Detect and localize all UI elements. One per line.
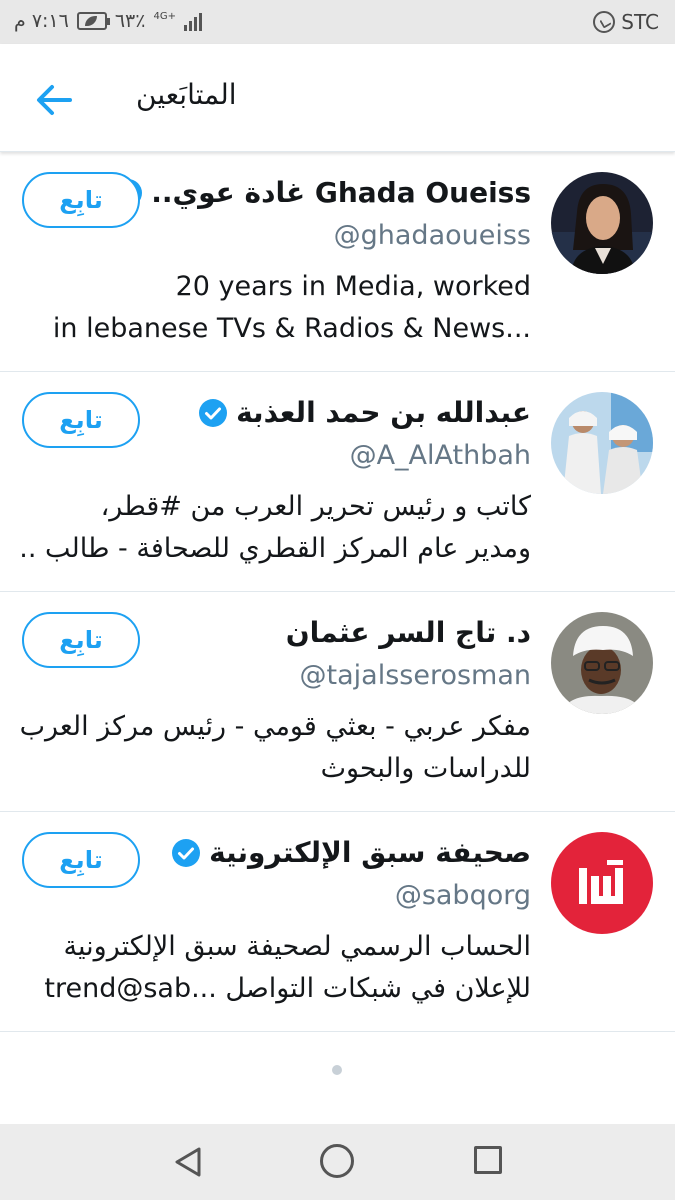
- name-row: صحيفة سبق الإلكترونية: [171, 836, 531, 869]
- bio-line: 20 years in Media, worked: [175, 271, 531, 302]
- avatar[interactable]: [551, 612, 653, 714]
- status-left: ٧:١٦ م ٦٣٪ 4G+: [14, 10, 202, 32]
- follow-button[interactable]: تابِع: [22, 172, 140, 228]
- battery-level: ٦٣٪: [114, 10, 146, 32]
- app-header: المتابَعين: [0, 44, 675, 152]
- list-item[interactable]: Ghada Oueiss غادة عوي.. @ghadaoueiss 20 …: [0, 152, 675, 372]
- user-bio: كاتب و رئيس تحرير العرب من #قطر، ومدير ع…: [19, 486, 531, 570]
- name-row: عبدالله بن حمد العذبة: [198, 396, 531, 429]
- follow-button[interactable]: تابِع: [22, 832, 140, 888]
- name-row: Ghada Oueiss غادة عوي..: [113, 176, 531, 209]
- bio-line: للإعلان في شبكات التواصل ...trend@sab: [44, 973, 531, 1004]
- avatar[interactable]: [551, 392, 653, 494]
- list-item[interactable]: عبدالله بن حمد العذبة @A_AlAthbah كاتب و…: [0, 372, 675, 592]
- bio-line: الحساب الرسمي لصحيفة سبق الإلكترونية: [63, 931, 531, 962]
- user-bio: الحساب الرسمي لصحيفة سبق الإلكترونية للإ…: [19, 926, 531, 1010]
- whatsapp-icon: [593, 11, 616, 33]
- nav-back-icon[interactable]: [172, 1146, 204, 1178]
- loading-dot: [332, 1065, 342, 1075]
- battery-icon: [76, 12, 110, 30]
- network-type: 4G+: [153, 11, 176, 22]
- display-name[interactable]: عبدالله بن حمد العذبة: [236, 396, 531, 429]
- display-name[interactable]: Ghada Oueiss غادة عوي..: [151, 176, 531, 209]
- display-name[interactable]: صحيفة سبق الإلكترونية: [209, 836, 531, 869]
- bio-line: مفكر عربي - بعثي قومي - رئيس مركز العرب: [19, 711, 531, 742]
- status-right: STC: [593, 10, 659, 34]
- nav-home-icon[interactable]: [320, 1144, 354, 1178]
- user-handle: @tajalsserosman: [299, 660, 531, 691]
- page-title: المتابَعين: [136, 78, 237, 111]
- bio-line: كاتب و رئيس تحرير العرب من #قطر،: [100, 491, 531, 522]
- followers-list: Ghada Oueiss غادة عوي.. @ghadaoueiss 20 …: [0, 152, 675, 1032]
- verified-badge-icon: [172, 838, 201, 867]
- system-nav-bar: [0, 1124, 675, 1200]
- user-bio: 20 years in Media, worked in lebanese TV…: [19, 266, 531, 350]
- display-name[interactable]: د. تاج السر عثمان: [286, 616, 531, 649]
- list-item[interactable]: صحيفة سبق الإلكترونية @sabqorg الحساب ال…: [0, 812, 675, 1032]
- nav-recents-icon[interactable]: [474, 1146, 502, 1174]
- name-row: د. تاج السر عثمان: [286, 616, 531, 649]
- avatar[interactable]: [551, 172, 653, 274]
- back-button[interactable]: [30, 76, 78, 124]
- status-bar: ٧:١٦ م ٦٣٪ 4G+ STC: [0, 0, 675, 44]
- list-item[interactable]: د. تاج السر عثمان @tajalsserosman مفكر ع…: [0, 592, 675, 812]
- bio-line: in lebanese TVs & Radios & News...: [52, 313, 531, 344]
- arrow-left-icon: [37, 85, 72, 115]
- bio-line: للدراسات والبحوث: [320, 753, 531, 784]
- user-bio: مفكر عربي - بعثي قومي - رئيس مركز العرب …: [19, 706, 531, 790]
- avatar[interactable]: [551, 832, 653, 934]
- user-handle: @sabqorg: [394, 880, 531, 911]
- bio-line: ومدير عام المركز القطري للصحافة - طالب .…: [19, 533, 531, 564]
- user-handle: @ghadaoueiss: [333, 220, 531, 251]
- follow-button[interactable]: تابِع: [22, 612, 140, 668]
- user-handle: @A_AlAthbah: [349, 440, 531, 471]
- follow-button[interactable]: تابِع: [22, 392, 140, 448]
- verified-badge-icon: [199, 398, 228, 427]
- signal-icon: [183, 11, 202, 31]
- carrier-name: STC: [621, 10, 659, 34]
- status-time: ٧:١٦ م: [14, 10, 69, 32]
